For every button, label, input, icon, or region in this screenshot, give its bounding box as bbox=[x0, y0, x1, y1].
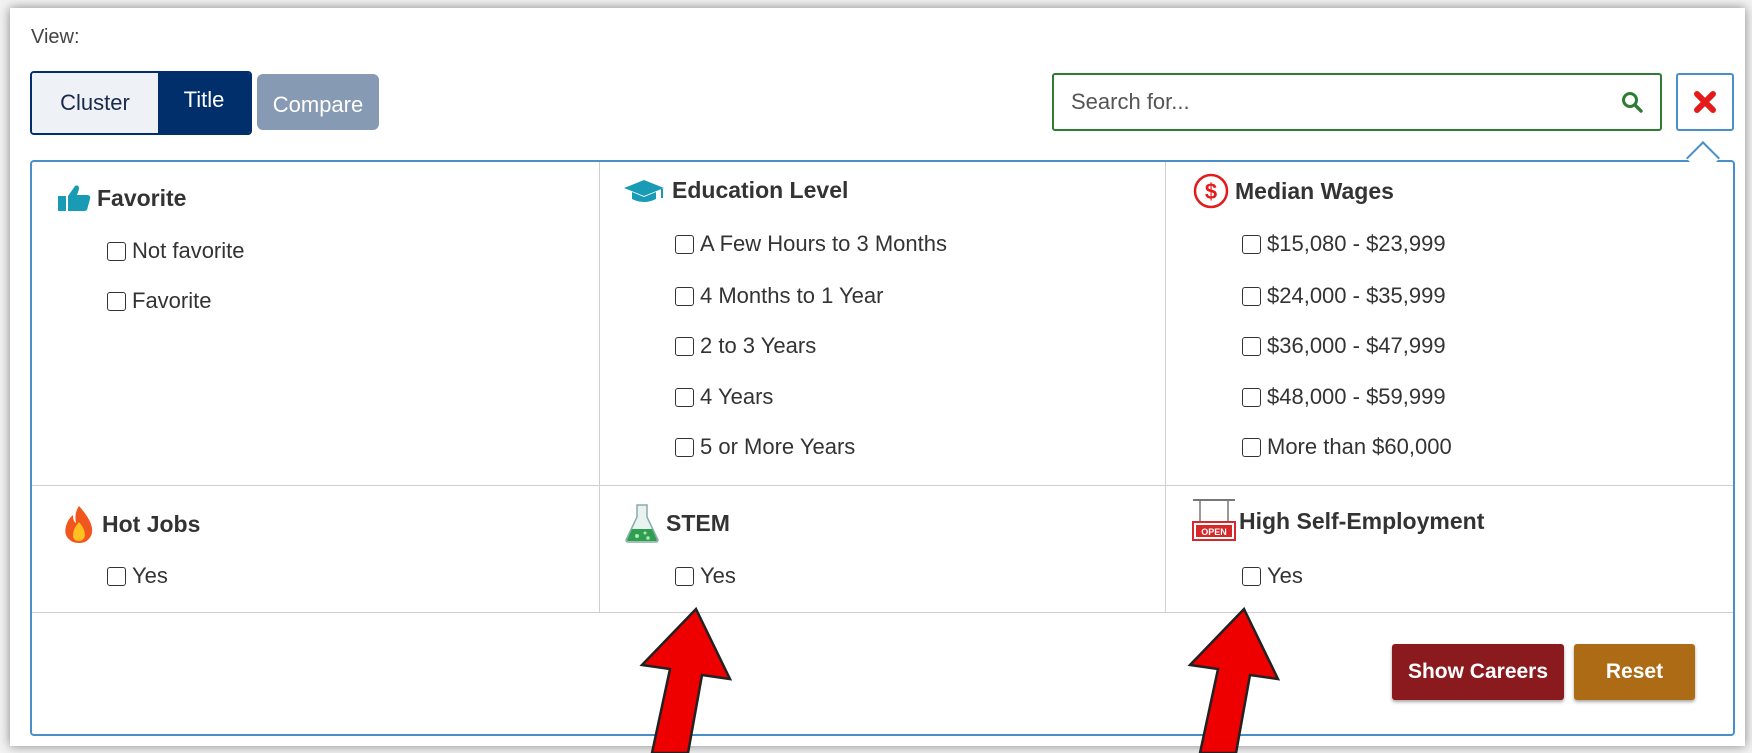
column-divider bbox=[1165, 162, 1166, 613]
checkbox[interactable] bbox=[675, 387, 694, 407]
search-box bbox=[1052, 73, 1662, 131]
checkbox[interactable] bbox=[675, 286, 694, 306]
row-divider bbox=[32, 485, 1733, 486]
view-title-button[interactable]: Title bbox=[158, 73, 250, 133]
stem-group-title: STEM bbox=[624, 503, 730, 543]
dollar-circle-icon: $ bbox=[1193, 173, 1229, 209]
search-input[interactable] bbox=[1054, 74, 1604, 130]
checkbox[interactable] bbox=[675, 566, 694, 586]
hot-jobs-group-title: Hot Jobs bbox=[62, 504, 200, 544]
checkbox[interactable] bbox=[675, 234, 694, 254]
checkbox[interactable] bbox=[1242, 387, 1261, 407]
education-option[interactable]: A Few Hours to 3 Months bbox=[675, 231, 947, 257]
annotation-arrow bbox=[1187, 606, 1281, 753]
favorite-option[interactable]: Not favorite bbox=[107, 238, 245, 264]
checkbox[interactable] bbox=[1242, 336, 1261, 356]
svg-text:OPEN: OPEN bbox=[1201, 527, 1227, 537]
compare-button[interactable]: Compare bbox=[257, 74, 379, 130]
wages-group-title: $ Median Wages bbox=[1193, 173, 1394, 209]
education-option[interactable]: 5 or More Years bbox=[675, 434, 855, 460]
flask-icon bbox=[624, 503, 660, 543]
annotation-arrow bbox=[639, 606, 733, 753]
self-employment-group-title: OPEN High Self-Employment bbox=[1191, 498, 1484, 544]
svg-text:$: $ bbox=[1205, 179, 1217, 204]
education-group-title: Education Level bbox=[622, 177, 848, 204]
wages-option[interactable]: $24,000 - $35,999 bbox=[1242, 283, 1446, 309]
reset-button[interactable]: Reset bbox=[1574, 644, 1695, 700]
education-option[interactable]: 4 Months to 1 Year bbox=[675, 283, 883, 309]
education-option[interactable]: 2 to 3 Years bbox=[675, 333, 816, 359]
close-icon bbox=[1694, 91, 1716, 113]
wages-option[interactable]: More than $60,000 bbox=[1242, 434, 1452, 460]
graduation-cap-icon bbox=[622, 178, 666, 204]
education-option[interactable]: 4 Years bbox=[675, 384, 773, 410]
favorite-option[interactable]: Favorite bbox=[107, 288, 211, 314]
checkbox[interactable] bbox=[107, 566, 126, 586]
checkbox[interactable] bbox=[1242, 234, 1261, 254]
wages-option[interactable]: $36,000 - $47,999 bbox=[1242, 333, 1446, 359]
show-careers-button[interactable]: Show Careers bbox=[1392, 644, 1564, 700]
checkbox[interactable] bbox=[675, 336, 694, 356]
search-icon[interactable] bbox=[1604, 91, 1660, 113]
close-filters-button[interactable] bbox=[1676, 73, 1734, 131]
checkbox[interactable] bbox=[1242, 437, 1261, 457]
stem-option[interactable]: Yes bbox=[675, 563, 736, 589]
wages-option[interactable]: $15,080 - $23,999 bbox=[1242, 231, 1446, 257]
wages-option[interactable]: $48,000 - $59,999 bbox=[1242, 384, 1446, 410]
hot-jobs-option[interactable]: Yes bbox=[107, 563, 168, 589]
checkbox[interactable] bbox=[1242, 286, 1261, 306]
row-divider bbox=[32, 612, 1733, 613]
view-toggle: Cluster Title bbox=[30, 71, 252, 135]
column-divider bbox=[599, 162, 600, 613]
checkbox[interactable] bbox=[107, 291, 126, 311]
checkbox[interactable] bbox=[1242, 566, 1261, 586]
flame-icon bbox=[62, 504, 96, 544]
self-employment-option[interactable]: Yes bbox=[1242, 563, 1303, 589]
view-label: View: bbox=[31, 26, 80, 48]
checkbox[interactable] bbox=[675, 437, 694, 457]
favorite-group-title: Favorite bbox=[57, 184, 186, 212]
checkbox[interactable] bbox=[107, 241, 126, 261]
open-sign-icon: OPEN bbox=[1191, 498, 1237, 544]
view-cluster-button[interactable]: Cluster bbox=[32, 73, 158, 133]
thumbs-up-icon bbox=[57, 184, 91, 212]
